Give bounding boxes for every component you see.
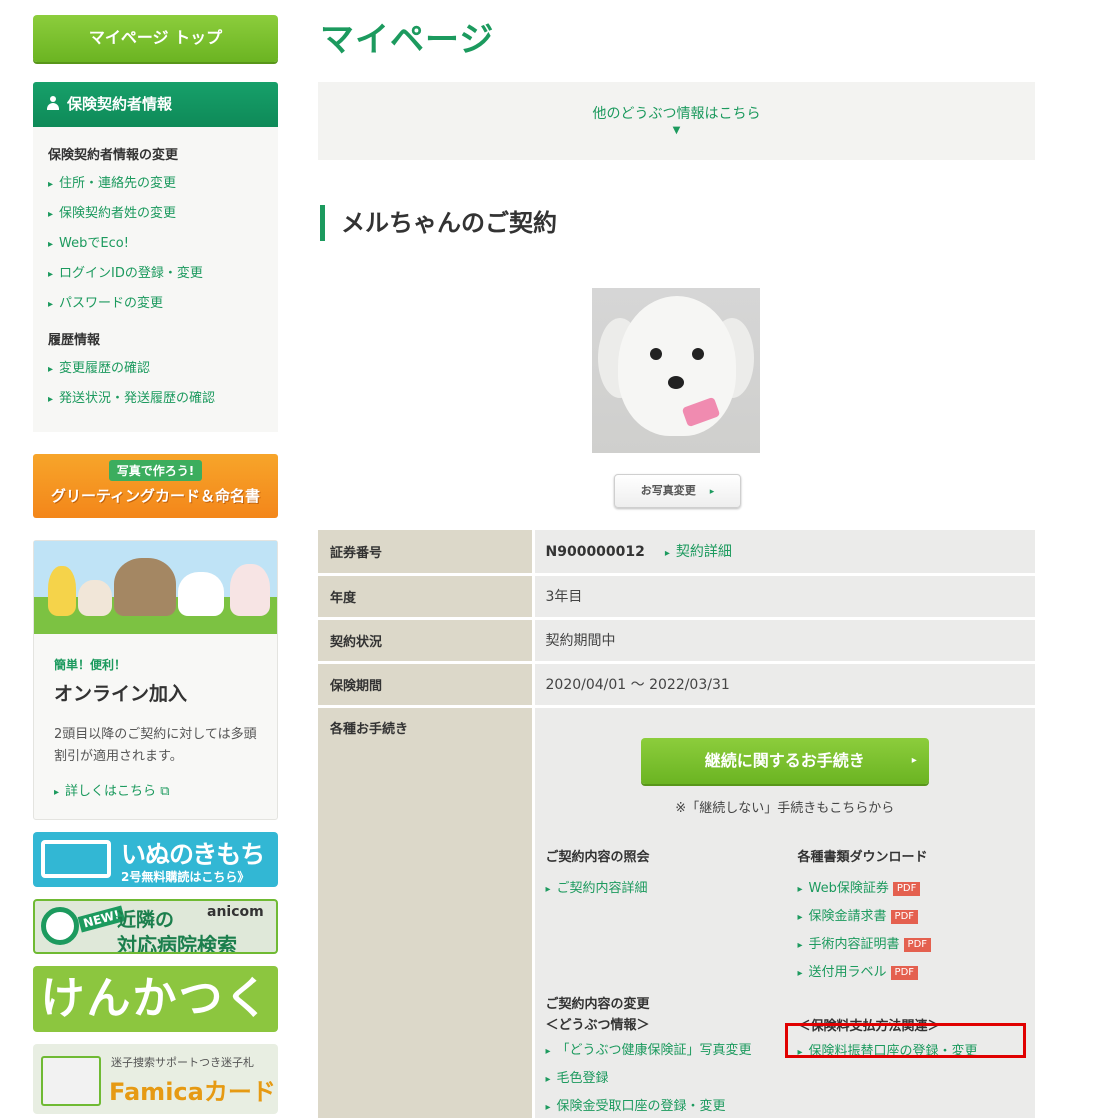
row-label: 各種お手続き [318,706,533,1118]
renewal-label: 継続に関するお手続き [704,750,865,770]
panel-title: 保険契約者情報 [67,95,173,113]
famica-card-banner[interactable]: 迷子捜索サポートつき迷子札 Famicaカード [33,1044,278,1114]
other-animals-link[interactable]: 他のどうぶつ情報はこちら [318,103,1035,123]
online-small: 簡単！便利！ [54,658,127,672]
inu-no-kimochi-banner[interactable]: いぬのきもち 2号無料購読はこちら》 [33,832,278,887]
hospital-line2: 対応病院検索 [117,933,237,954]
pet-photo [592,288,760,453]
procedures-cell: 継続に関するお手続き ▸ ※「継続しない」手続きもこちらから ご契約内容の照会 ご… [531,706,1035,1118]
table-row: 各種お手続き 継続に関するお手続き ▸ ※「継続しない」手続きもこちらから ご契約… [318,706,1035,1118]
external-window-icon: ⧉ [160,784,170,799]
highlight-box [784,1022,1026,1058]
photo-change-button[interactable]: お写真変更 ▸ [614,474,741,508]
online-join-body: 簡単！便利！ オンライン加入 2頭目以降のご契約に対しては多頭割引が適用されます… [34,634,277,819]
online-more-label: 詳しくはこちら [65,784,157,799]
section-title-history: 履歴情報 [48,333,101,348]
link-web-policy[interactable]: Web保険証券PDF [798,875,932,903]
panel-header: 保険契約者情報 [33,82,278,127]
section-title-change: 保険契約者情報の変更 [48,148,179,163]
inu-banner-title: いぬのきもち [121,840,265,869]
table-row: 証券番号 N900000012 契約詳細 [318,530,1035,576]
change-sub: ＜どうぶつ情報＞ [545,1017,650,1033]
change-title: ご契約内容の変更 [545,996,650,1012]
page: マイページ トップ 保険契約者情報 保険契約者情報の変更 住所・連絡先の変更 保… [0,0,1095,1118]
famica-title: Famicaカード [109,1078,276,1106]
paw-pin-icon [41,907,79,945]
renewal-note: ※「継続しない」手続きもこちらから [675,800,895,816]
link-address-change[interactable]: 住所・連絡先の変更 [48,169,278,199]
animals-illustration [34,541,277,634]
hospital-search-banner[interactable]: NEW! 近隣の anicom 対応病院検索 [33,899,278,954]
panel-body: 保険契約者情報の変更 住所・連絡先の変更 保険契約者姓の変更 WebでEco! … [33,127,278,432]
change-column: ご契約内容の変更 ＜どうぶつ情報＞ 「どうぶつ健康保険証」写真変更 毛色登録 保… [546,993,752,1118]
downloads-title: 各種書類ダウンロード [797,849,928,865]
hospital-line1: 近隣の [117,909,175,931]
pdf-badge: PDF [892,881,921,896]
table-row: 保険期間 2020/04/01 ～ 2022/03/31 [318,662,1035,708]
other-animals-bar[interactable]: 他のどうぶつ情報はこちら ▼ [318,82,1035,160]
row-value: N900000012 契約詳細 [531,530,1035,576]
kenkatsukun-banner[interactable]: けんかつくん [33,966,278,1032]
change-links: 住所・連絡先の変更 保険契約者姓の変更 WebでEco! ログインIDの登録・変… [48,169,278,319]
row-value: 3年目 [531,574,1035,620]
anicom-logo: anicom [207,904,264,920]
link-surgery-certificate[interactable]: 手術内容証明書PDF [798,931,932,959]
contract-detail-label: 契約詳細 [675,544,732,561]
link-coat-color[interactable]: 毛色登録 [546,1065,752,1093]
cert-number: N900000012 [545,544,645,561]
arrow-right-icon: ▸ [911,754,917,766]
mypage-top-button[interactable]: マイページ トップ [33,15,278,62]
row-value: 契約期間中 [531,618,1035,664]
row-value: 2020/04/01 ～ 2022/03/31 [531,662,1035,708]
page-title: マイページ [320,20,495,60]
row-label: 保険期間 [318,662,533,708]
link-login-id[interactable]: ログインIDの登録・変更 [48,259,278,289]
photo-change-label: お写真変更 [640,484,696,497]
banner-text: グリーティングカード＆命名書 [50,487,261,505]
row-label: 証券番号 [318,530,533,576]
procedure-columns: ご契約内容の照会 ご契約内容詳細 各種書類ダウンロード Web保険証券PDF 保… [546,846,1026,1118]
inu-banner-sub: 2号無料購読はこちら》 [121,870,250,884]
link-contract-detail[interactable]: ご契約内容詳細 [546,875,650,903]
contractor-info-panel: 保険契約者情報 保険契約者情報の変更 住所・連絡先の変更 保険契約者姓の変更 W… [33,82,278,432]
row-label: 年度 [318,574,533,620]
contract-detail-link[interactable]: 契約詳細 [665,544,732,560]
pdf-badge: PDF [890,965,919,980]
table-row: 年度 3年目 [318,574,1035,620]
link-password[interactable]: パスワードの変更 [48,289,278,319]
renewal-procedure-button[interactable]: 継続に関するお手続き ▸ [640,737,929,784]
link-change-history[interactable]: 変更履歴の確認 [48,354,278,384]
table-row: 契約状況 契約期間中 [318,618,1035,664]
book-icon [41,840,111,878]
history-links: 変更履歴の確認 発送状況・発送履歴の確認 [48,354,278,414]
contract-table: 証券番号 N900000012 契約詳細 年度 3年目 契約状況 契約期間中 保… [318,530,1035,1118]
link-receiving-account[interactable]: 保険金受取口座の登録・変更 [546,1093,752,1118]
greeting-card-banner[interactable]: 写真で作ろう! グリーティングカード＆命名書 [33,454,278,518]
card-icon [41,1056,101,1106]
link-shipping-history[interactable]: 発送状況・発送履歴の確認 [48,384,278,414]
inquiry-title: ご契約内容の照会 [545,849,650,865]
arrow-right-icon: ▸ [709,487,715,497]
sidebar: マイページ トップ 保険契約者情報 保険契約者情報の変更 住所・連絡先の変更 保… [33,15,278,1114]
link-shipping-label[interactable]: 送付用ラベルPDF [798,959,932,987]
pdf-badge: PDF [903,937,932,952]
online-join-box: 簡単！便利！ オンライン加入 2頭目以降のご契約に対しては多頭割引が適用されます… [33,540,278,820]
inquiry-column: ご契約内容の照会 ご契約内容詳細 [546,846,650,903]
link-web-eco[interactable]: WebでEco! [48,229,278,259]
contract-heading: メルちゃんのご契約 [320,205,557,241]
link-name-change[interactable]: 保険契約者姓の変更 [48,199,278,229]
pdf-badge: PDF [890,909,919,924]
person-icon [47,96,59,110]
link-photo-change[interactable]: 「どうぶつ健康保険証」写真変更 [546,1037,752,1065]
downloads-column: 各種書類ダウンロード Web保険証券PDF 保険金請求書PDF 手術内容証明書P… [798,846,932,987]
row-label: 契約状況 [318,618,533,664]
banner-tag: 写真で作ろう! [108,460,203,481]
online-title: オンライン加入 [54,683,188,705]
triangle-down-icon: ▼ [672,125,681,136]
online-more-link[interactable]: 詳しくはこちら ⧉ [54,780,257,799]
online-desc: 2頭目以降のご契約に対しては多頭割引が適用されます。 [54,727,257,764]
famica-sub: 迷子捜索サポートつき迷子札 [111,1056,254,1069]
link-claim-form[interactable]: 保険金請求書PDF [798,903,932,931]
